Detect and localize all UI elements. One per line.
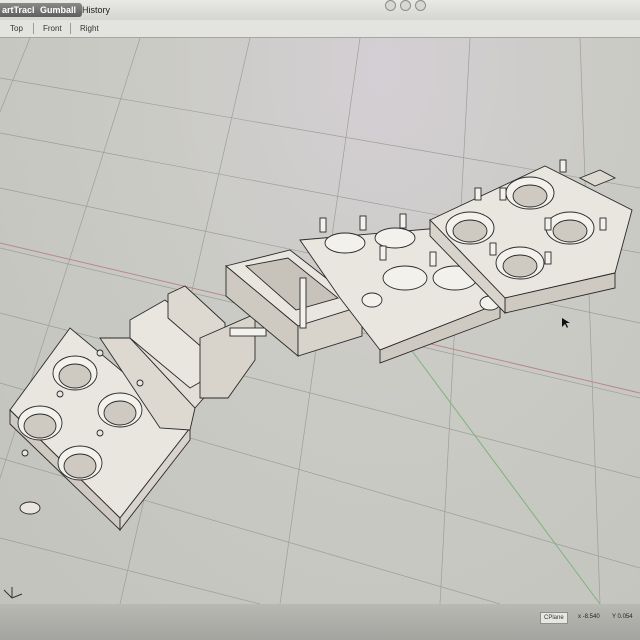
y-axis-line	[394, 327, 601, 604]
window-control-icon[interactable]	[385, 0, 396, 11]
tab-front[interactable]: Front	[43, 22, 62, 35]
tab-top[interactable]: Top	[10, 22, 23, 35]
y-coordinate: Y 0.054	[612, 614, 633, 620]
perspective-viewport[interactable]	[0, 38, 640, 604]
tab-divider	[70, 23, 71, 34]
tab-right[interactable]: Right	[80, 22, 99, 35]
window-control-icon[interactable]	[400, 0, 411, 11]
title-toolbar: artTrack Gumball History	[0, 0, 640, 21]
cplane-indicator[interactable]: CPlane	[540, 612, 568, 624]
x-coordinate: x -8.540	[578, 614, 600, 620]
arrow-cursor-icon	[562, 318, 570, 328]
viewport-tab-bar: Top Front Right	[0, 20, 640, 38]
status-bar: CPlane x -8.540 Y 0.054	[0, 604, 640, 640]
window-control-icon[interactable]	[415, 0, 426, 11]
world-axes-icon	[3, 587, 23, 599]
model-canvas	[0, 38, 640, 604]
tab-divider	[33, 23, 34, 34]
history-toggle[interactable]: History	[82, 3, 110, 17]
gumball-toggle[interactable]: Gumball	[34, 3, 83, 17]
